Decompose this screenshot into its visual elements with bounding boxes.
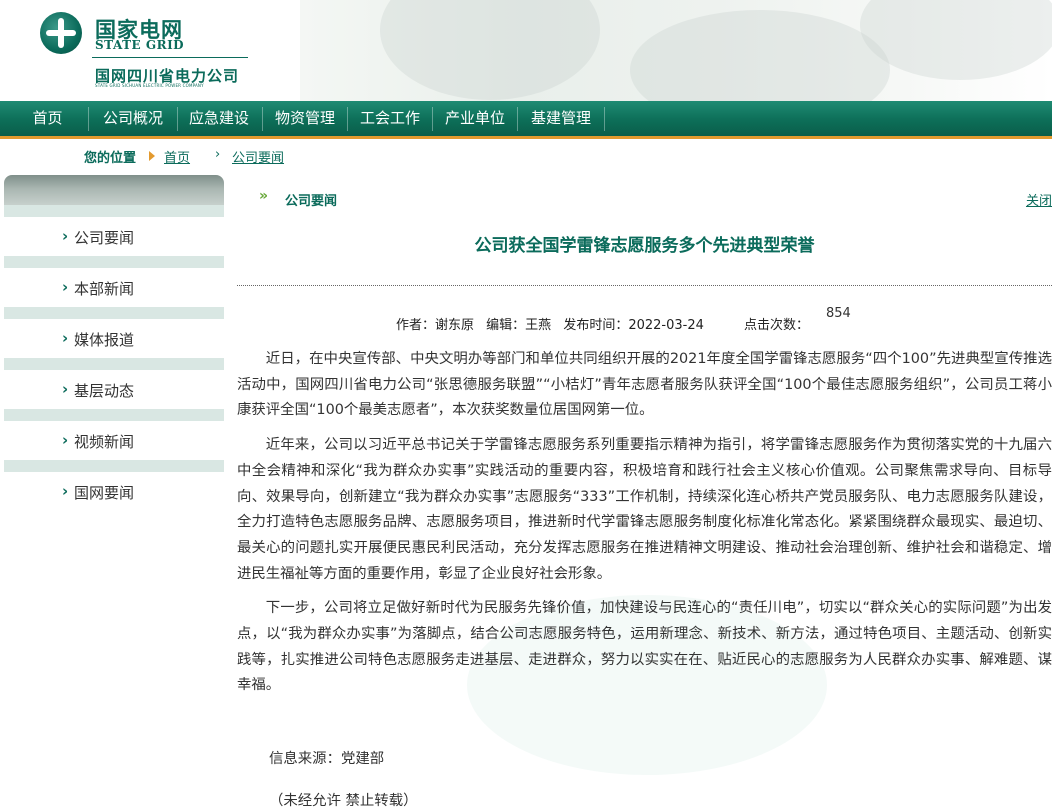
article-source: 信息来源：党建部 [269,751,385,767]
sidebar-band [4,409,224,421]
nav-divider [347,107,348,131]
nav-divider [88,107,89,131]
nav-divider [517,107,518,131]
sidebar-item-grassroots[interactable]: › 基层动态 [4,358,224,409]
breadcrumb-arrow-icon [149,151,155,161]
nav-divider [432,107,433,131]
sidebar-item-label: 基层动态 [74,382,135,400]
close-link[interactable]: 关闭 [1026,190,1052,209]
sidebar-item-company-news[interactable]: › 公司要闻 [4,205,224,256]
breadcrumb-current-link[interactable]: 公司要闻 [232,147,284,166]
main-nav: 首页 公司概况 应急建设 物资管理 工会工作 产业单位 基建管理 [0,101,1052,139]
breadcrumb-separator: › [215,147,221,162]
nav-item-emergency[interactable]: 应急建设 [182,101,256,136]
chevron-right-icon: › [62,329,69,347]
page: 国家电网 STATE GRID 国网四川省电力公司 STATE GRID SIC… [0,0,1052,811]
breadcrumb: 您的位置 首页 › 公司要闻 [0,143,1052,171]
logo[interactable]: 国家电网 STATE GRID 国网四川省电力公司 STATE GRID SIC… [0,0,300,101]
sidebar-item-label: 国网要闻 [74,484,135,502]
nav-item-union[interactable]: 工会工作 [353,101,427,136]
nav-item-home[interactable]: 首页 [20,101,75,136]
sidebar: › 公司要闻 › 本部新闻 › 媒体报道 › 基层动态 › 视频新闻 › 国网要… [4,175,224,811]
banner-decoration [630,10,890,101]
chevron-right-icon: › [62,482,69,500]
sidebar-item-label: 视频新闻 [74,433,135,451]
article-author: 作者：谢东原 [396,318,475,333]
nav-divider [177,107,178,131]
article-body: 近日，在中央宣传部、中央文明办等部门和单位共同组织开展的2021年度全国学雷锋志… [237,347,1052,708]
sidebar-band [4,307,224,319]
sidebar-band [4,256,224,268]
breadcrumb-home-link[interactable]: 首页 [164,147,190,166]
copyright-notice: （未经允许 禁止转载） [269,793,418,809]
nav-divider [604,107,605,131]
sidebar-item-hq-news[interactable]: › 本部新闻 [4,256,224,307]
logo-divider [92,57,248,58]
nav-item-infrastructure[interactable]: 基建管理 [524,101,598,136]
sidebar-band [4,205,224,217]
sidebar-header [4,175,224,205]
nav-item-materials[interactable]: 物资管理 [268,101,342,136]
state-grid-emblem-icon [40,12,82,54]
article-paragraph: 近年来，公司以习近平总书记关于学雷锋志愿服务系列重要指示精神为指引，将学雷锋志愿… [237,437,1052,582]
logo-title-en: STATE GRID [95,38,185,52]
hits-label: 点击次数： [744,318,810,333]
company-name-en: STATE GRID SICHUAN ELECTRIC POWER COMPAN… [95,83,204,88]
header-banner [300,0,1052,101]
sidebar-band [4,358,224,370]
sidebar-band [4,460,224,472]
article-paragraph: 下一步，公司将立足做好新时代为民服务先锋价值，加快建设与民连心的“责任川电”，切… [237,600,1052,694]
header: 国家电网 STATE GRID 国网四川省电力公司 STATE GRID SIC… [0,0,1052,101]
sidebar-item-label: 本部新闻 [74,280,135,298]
double-chevron-icon: » [259,188,268,204]
nav-item-industry[interactable]: 产业单位 [438,101,512,136]
article-date: 发布时间：2022-03-24 [563,318,704,333]
section-title: 公司要闻 [285,194,338,209]
sidebar-item-sgcc-news[interactable]: › 国网要闻 [4,460,224,511]
article-title: 公司获全国学雷锋志愿服务多个先进典型荣誉 [474,236,815,256]
article-paragraph: 近日，在中央宣传部、中央文明办等部门和单位共同组织开展的2021年度全国学雷锋志… [237,351,1052,419]
chevron-right-icon: › [62,278,69,296]
article-meta: 作者：谢东原 编辑：王燕 发布时间：2022-03-24 点击次数： [396,314,813,333]
chevron-right-icon: › [62,380,69,398]
sidebar-item-label: 公司要闻 [74,229,135,247]
nav-divider [262,107,263,131]
sidebar-item-label: 媒体报道 [74,331,135,349]
breadcrumb-label: 您的位置 [84,151,137,166]
chevron-right-icon: › [62,431,69,449]
title-divider [237,285,1052,286]
chevron-right-icon: › [62,227,69,245]
article-editor: 编辑：王燕 [486,318,552,333]
nav-item-company-overview[interactable]: 公司概况 [96,101,170,136]
main-content: » 公司要闻 关闭 公司获全国学雷锋志愿服务多个先进典型荣誉 作者：谢东原 编辑… [237,175,1052,811]
banner-decoration [380,0,600,100]
hits-count: 854 [826,306,851,321]
sidebar-item-video-news[interactable]: › 视频新闻 [4,409,224,460]
sidebar-item-media-reports[interactable]: › 媒体报道 [4,307,224,358]
